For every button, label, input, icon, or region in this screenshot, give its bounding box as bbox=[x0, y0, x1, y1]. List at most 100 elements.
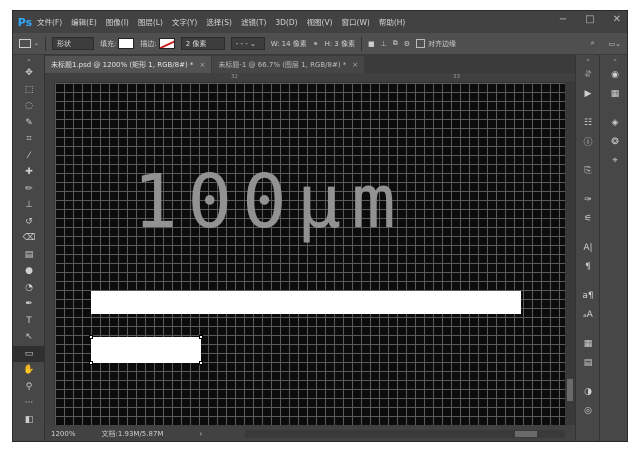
zoom-tool-icon[interactable]: ⚲ bbox=[13, 379, 45, 396]
tab-document-2[interactable]: 未标题-1 @ 66.7% (图层 1, RGB/8#) * × bbox=[212, 56, 365, 73]
width-input[interactable]: 14 像素 bbox=[282, 39, 307, 49]
menu-window[interactable]: 窗口(W) bbox=[342, 17, 370, 28]
brush-tool-icon[interactable]: ✏ bbox=[13, 181, 45, 198]
clone-source-icon[interactable]: ⎘ bbox=[576, 161, 600, 180]
tab-document-1[interactable]: 未标题1.psd @ 1200% (矩形 1, RGB/8#) * × bbox=[45, 56, 212, 73]
mode-select[interactable]: 形状 bbox=[52, 37, 95, 50]
color-icon[interactable]: ◉ bbox=[600, 65, 627, 84]
brushes-icon[interactable]: ⚟ bbox=[576, 209, 600, 228]
transform-handle[interactable] bbox=[199, 361, 203, 365]
expand-icon[interactable]: « bbox=[600, 55, 627, 65]
menu-image[interactable]: 图像(I) bbox=[106, 17, 129, 28]
character-icon[interactable]: A| bbox=[576, 238, 600, 257]
quick-select-tool-icon[interactable]: ✎ bbox=[13, 115, 45, 132]
menu-help[interactable]: 帮助(H) bbox=[379, 17, 406, 28]
stroke-label: 描边: bbox=[140, 39, 157, 48]
transform-handle[interactable] bbox=[199, 335, 203, 339]
crop-tool-icon[interactable]: ⌗ bbox=[13, 131, 45, 148]
eyedropper-tool-icon[interactable]: ⁄ bbox=[13, 148, 45, 165]
scroll-thumb[interactable] bbox=[567, 379, 573, 401]
status-bar: 1200% 文档:1.93M/5.87M › bbox=[45, 425, 575, 441]
photoshop-window: Ps 文件(F) 编辑(E) 图像(I) 图层(L) 文字(Y) 选择(S) 滤… bbox=[12, 10, 628, 442]
healing-tool-icon[interactable]: ✚ bbox=[13, 164, 45, 181]
align-edges-checkbox[interactable] bbox=[415, 39, 425, 48]
tool-preset-picker[interactable]: ⌄ bbox=[19, 39, 39, 48]
tool-presets-icon[interactable]: ▦ bbox=[576, 334, 600, 353]
transform-handle[interactable] bbox=[89, 361, 93, 365]
fill-swatch[interactable] bbox=[118, 38, 135, 49]
workspace-icon[interactable]: ▭⌄ bbox=[609, 40, 621, 48]
zoom-level[interactable]: 1200% bbox=[51, 430, 75, 438]
hand-tool-icon[interactable]: ✋ bbox=[13, 362, 45, 379]
maximize-button[interactable]: □ bbox=[585, 14, 594, 25]
path-select-tool-icon[interactable]: ↖ bbox=[13, 329, 45, 346]
height-input[interactable]: 3 像素 bbox=[334, 39, 355, 49]
gear-icon[interactable]: ⚙ bbox=[404, 40, 410, 48]
menu-select[interactable]: 选择(S) bbox=[206, 17, 232, 28]
timeline-icon[interactable]: ◑ bbox=[576, 382, 600, 401]
transform-handle[interactable] bbox=[89, 335, 93, 339]
menu-view[interactable]: 视图(V) bbox=[307, 17, 333, 28]
minimize-button[interactable]: − bbox=[559, 14, 567, 25]
actions-icon[interactable]: ▶ bbox=[576, 84, 600, 103]
path-arrange-icon[interactable]: ⧉ bbox=[393, 39, 398, 48]
eraser-tool-icon[interactable]: ⌫ bbox=[13, 230, 45, 247]
window-controls: − □ ✕ bbox=[559, 14, 621, 25]
stroke-width-input[interactable]: 2 像素 bbox=[180, 37, 225, 50]
history-brush-tool-icon[interactable]: ↺ bbox=[13, 214, 45, 231]
gradient-tool-icon[interactable]: ▤ bbox=[13, 247, 45, 264]
history-icon[interactable]: ⥯ bbox=[576, 65, 600, 84]
menu-filter[interactable]: 滤镜(T) bbox=[241, 17, 266, 28]
character-styles-icon[interactable]: a¶ bbox=[576, 286, 600, 305]
paths-icon[interactable]: ⌖ bbox=[600, 151, 627, 170]
horizontal-scrollbar[interactable] bbox=[245, 430, 565, 438]
menu-layer[interactable]: 图层(L) bbox=[138, 17, 163, 28]
status-arrow-icon[interactable]: › bbox=[199, 430, 202, 438]
pen-tool-icon[interactable]: ✒ bbox=[13, 296, 45, 313]
menu-type[interactable]: 文字(Y) bbox=[172, 17, 197, 28]
dodge-tool-icon[interactable]: ◔ bbox=[13, 280, 45, 297]
lasso-tool-icon[interactable]: ◌ bbox=[13, 98, 45, 115]
stamp-tool-icon[interactable]: ⊥ bbox=[13, 197, 45, 214]
channels-icon[interactable]: ❂ bbox=[600, 132, 627, 151]
tab-label: 未标题-1 @ 66.7% (图层 1, RGB/8#) * bbox=[218, 60, 347, 69]
vertical-ruler bbox=[45, 83, 55, 425]
brush-settings-icon[interactable]: ✑ bbox=[576, 190, 600, 209]
swatches-icon[interactable]: ▦ bbox=[600, 84, 627, 103]
search-icon[interactable]: ⌕ bbox=[591, 39, 595, 48]
move-tool-icon[interactable]: ✥ bbox=[13, 65, 45, 82]
expand-icon[interactable]: « bbox=[576, 55, 600, 65]
path-alignment-icon[interactable]: ⊥ bbox=[381, 40, 387, 48]
menu-edit[interactable]: 编辑(E) bbox=[71, 17, 97, 28]
notes-icon[interactable]: ▤ bbox=[576, 353, 600, 372]
scale-bar-rectangle[interactable] bbox=[91, 291, 521, 314]
options-bar: ⌄ 形状 填充: 描边: 2 像素 - - - ⌄ W: 14 像素 ⚭ H: … bbox=[13, 33, 627, 55]
close-icon[interactable]: × bbox=[352, 61, 358, 69]
stroke-swatch[interactable] bbox=[158, 38, 175, 49]
document-canvas[interactable]: 100μm bbox=[55, 83, 565, 425]
path-operations-icon[interactable]: ■ bbox=[368, 40, 375, 48]
3d-icon[interactable]: ◎ bbox=[576, 401, 600, 420]
tab-label: 未标题1.psd @ 1200% (矩形 1, RGB/8#) * bbox=[51, 60, 194, 69]
color-swatches-icon[interactable]: ◧ bbox=[13, 412, 45, 429]
close-button[interactable]: ✕ bbox=[613, 14, 621, 25]
type-tool-icon[interactable]: T bbox=[13, 313, 45, 330]
layers-icon[interactable]: ◈ bbox=[600, 113, 627, 132]
link-icon[interactable]: ⚭ bbox=[313, 40, 319, 48]
rectangle-tool-icon[interactable]: ▭ bbox=[13, 345, 45, 362]
menu-3d[interactable]: 3D(D) bbox=[275, 18, 297, 27]
properties-icon[interactable]: ☷ bbox=[576, 113, 600, 132]
more-tools-icon[interactable]: ··· bbox=[13, 395, 45, 412]
menu-file[interactable]: 文件(F) bbox=[37, 17, 62, 28]
glyphs-icon[interactable]: ₐA bbox=[576, 305, 600, 324]
collapse-icon[interactable]: » bbox=[13, 55, 45, 65]
selected-rectangle-shape[interactable] bbox=[91, 337, 201, 363]
scroll-thumb[interactable] bbox=[515, 431, 537, 437]
marquee-tool-icon[interactable]: ⬚ bbox=[13, 82, 45, 99]
info-icon[interactable]: ⓘ bbox=[576, 132, 600, 151]
blur-tool-icon[interactable]: ● bbox=[13, 263, 45, 280]
stroke-type-select[interactable]: - - - ⌄ bbox=[230, 37, 265, 50]
vertical-scrollbar[interactable] bbox=[565, 83, 575, 425]
close-icon[interactable]: × bbox=[199, 61, 205, 69]
paragraph-icon[interactable]: ¶ bbox=[576, 257, 600, 276]
